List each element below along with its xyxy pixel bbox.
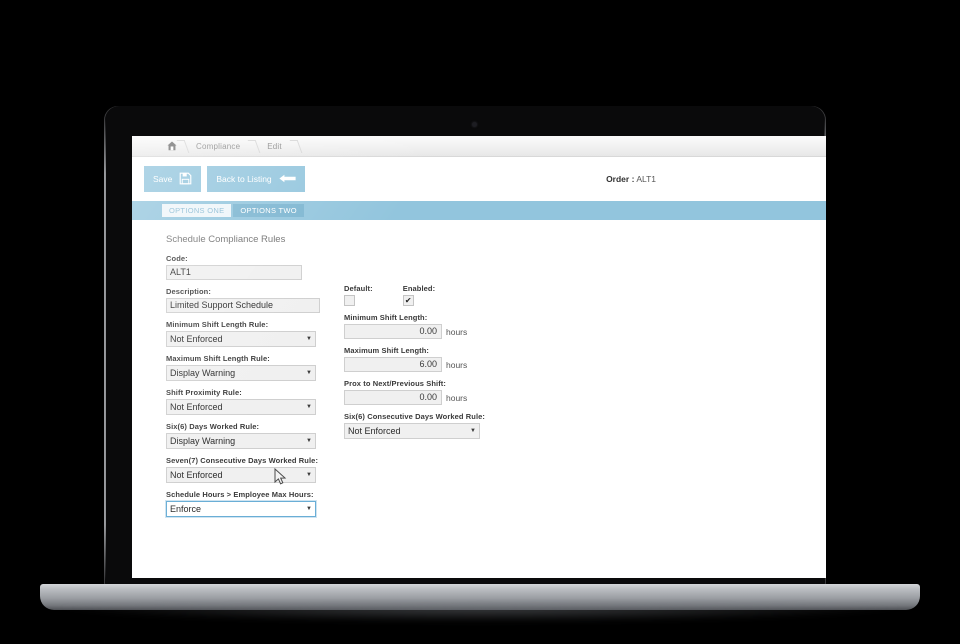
arrow-left-icon <box>279 173 296 186</box>
chevron-down-icon: ▼ <box>306 404 312 410</box>
back-to-listing-button[interactable]: Back to Listing <box>207 166 305 192</box>
breadcrumb: Compliance Edit <box>132 136 826 157</box>
home-icon <box>166 140 178 152</box>
schedule-hours-rule-select[interactable]: Enforce ▼ <box>166 501 316 517</box>
section-title: Schedule Compliance Rules <box>166 234 286 245</box>
order-indicator: Order : ALT1 <box>606 174 656 184</box>
shift-proximity-rule-select[interactable]: Not Enforced ▼ <box>166 399 316 415</box>
laptop-base-shadow <box>60 606 900 622</box>
checkbox-group: Default: Enabled: ✔ <box>344 284 544 306</box>
min-shift-rule-value: Not Enforced <box>170 334 223 344</box>
breadcrumb-item-edit[interactable]: Edit <box>258 136 291 156</box>
field-six-consecutive-rule: Six(6) Consecutive Days Worked Rule: Not… <box>344 412 544 439</box>
default-label: Default: <box>344 284 373 293</box>
field-enabled: Enabled: ✔ <box>402 284 436 306</box>
save-button-label: Save <box>153 174 173 184</box>
shift-proximity-rule-value: Not Enforced <box>170 402 223 412</box>
code-label: Code: <box>166 254 188 263</box>
max-shift-rule-value: Display Warning <box>170 368 236 378</box>
six-consecutive-rule-value: Not Enforced <box>348 426 401 436</box>
description-label: Description: <box>166 287 211 296</box>
floppy-disk-icon <box>179 172 192 187</box>
back-to-listing-label: Back to Listing <box>216 174 272 184</box>
tab-bar: OPTIONS ONE OPTIONS TWO <box>132 201 826 220</box>
breadcrumb-item-compliance[interactable]: Compliance <box>187 136 249 156</box>
min-shift-length-label: Minimum Shift Length: <box>344 313 428 322</box>
laptop-screen: Compliance Edit Save Back to Listing Ord… <box>132 136 826 578</box>
breadcrumb-separator-1 <box>178 136 187 156</box>
six-consecutive-rule-label: Six(6) Consecutive Days Worked Rule: <box>344 412 486 421</box>
min-shift-length-input[interactable]: 0.00 <box>344 324 442 339</box>
max-shift-length-label: Maximum Shift Length: <box>344 346 430 355</box>
prox-next-previous-label: Prox to Next/Previous Shift: <box>344 379 446 388</box>
chevron-down-icon: ▼ <box>306 336 312 342</box>
shift-proximity-rule-label: Shift Proximity Rule: <box>166 388 242 397</box>
field-max-shift-length: Maximum Shift Length: 6.00 hours <box>344 346 544 372</box>
form-column-left: Code: ALT1 Description: Limited Support … <box>166 254 338 524</box>
breadcrumb-separator-2 <box>249 136 258 156</box>
max-shift-rule-label: Maximum Shift Length Rule: <box>166 354 270 363</box>
enabled-checkbox[interactable]: ✔ <box>402 295 414 306</box>
field-schedule-hours-rule: Schedule Hours > Employee Max Hours: Enf… <box>166 490 338 517</box>
breadcrumb-label: Compliance <box>196 141 241 151</box>
breadcrumb-home[interactable] <box>166 136 178 156</box>
laptop-lid-edge-left <box>104 118 106 580</box>
min-shift-length-row: 0.00 hours <box>344 324 544 339</box>
field-seven-consecutive-rule: Seven(7) Consecutive Days Worked Rule: N… <box>166 456 338 483</box>
schedule-hours-rule-label: Schedule Hours > Employee Max Hours: <box>166 490 314 499</box>
toolbar: Save Back to Listing Order: ALT1 <box>132 157 826 201</box>
tab-options-two[interactable]: OPTIONS TWO <box>233 203 304 218</box>
min-shift-rule-label: Minimum Shift Length Rule: <box>166 320 269 329</box>
chevron-down-icon: ▼ <box>306 438 312 444</box>
field-shift-proximity-rule: Shift Proximity Rule: Not Enforced ▼ <box>166 388 338 415</box>
form-panel: Schedule Compliance Rules Code: ALT1 Des… <box>132 220 826 578</box>
max-shift-rule-select[interactable]: Display Warning ▼ <box>166 365 316 381</box>
min-shift-length-unit: hours <box>446 326 468 337</box>
six-days-rule-select[interactable]: Display Warning ▼ <box>166 433 316 449</box>
chevron-down-icon: ▼ <box>306 472 312 478</box>
chevron-down-icon: ▼ <box>306 506 312 512</box>
field-max-shift-rule: Maximum Shift Length Rule: Display Warni… <box>166 354 338 381</box>
description-input[interactable]: Limited Support Schedule <box>166 298 320 313</box>
six-days-rule-value: Display Warning <box>170 436 236 446</box>
breadcrumb-label: Edit <box>267 141 282 151</box>
schedule-hours-rule-value: Enforce <box>170 504 202 514</box>
max-shift-length-row: 6.00 hours <box>344 357 544 372</box>
field-six-days-rule: Six(6) Days Worked Rule: Display Warning… <box>166 422 338 449</box>
field-min-shift-rule: Minimum Shift Length Rule: Not Enforced … <box>166 320 338 347</box>
seven-consecutive-rule-label: Seven(7) Consecutive Days Worked Rule: <box>166 456 319 465</box>
chevron-down-icon: ▼ <box>306 370 312 376</box>
field-description: Description: Limited Support Schedule <box>166 287 338 313</box>
prox-next-previous-unit: hours <box>446 392 468 403</box>
field-default: Default: <box>344 284 373 306</box>
order-value: ALT1 <box>636 174 656 184</box>
six-days-rule-label: Six(6) Days Worked Rule: <box>166 422 260 431</box>
enabled-label: Enabled: <box>402 284 436 293</box>
field-prox-next-previous: Prox to Next/Previous Shift: 0.00 hours <box>344 379 544 405</box>
max-shift-length-input[interactable]: 6.00 <box>344 357 442 372</box>
prox-next-previous-row: 0.00 hours <box>344 390 544 405</box>
max-shift-length-unit: hours <box>446 359 468 370</box>
order-prefix: Order : <box>606 174 635 184</box>
seven-consecutive-rule-value: Not Enforced <box>170 470 223 480</box>
form-columns: Code: ALT1 Description: Limited Support … <box>166 254 826 524</box>
default-checkbox[interactable] <box>344 295 355 306</box>
checkmark-icon: ✔ <box>404 295 412 305</box>
chevron-down-icon: ▼ <box>470 428 476 434</box>
field-min-shift-length: Minimum Shift Length: 0.00 hours <box>344 313 544 339</box>
field-code: Code: ALT1 <box>166 254 338 280</box>
code-input[interactable]: ALT1 <box>166 265 302 280</box>
seven-consecutive-rule-select[interactable]: Not Enforced ▼ <box>166 467 316 483</box>
breadcrumb-separator-3 <box>291 136 300 156</box>
prox-next-previous-input[interactable]: 0.00 <box>344 390 442 405</box>
form-column-right: Default: Enabled: ✔ Minimum Shift Length… <box>344 254 544 524</box>
save-button[interactable]: Save <box>144 166 202 192</box>
webcam-icon <box>472 122 477 127</box>
tab-options-one[interactable]: OPTIONS ONE <box>162 203 232 218</box>
six-consecutive-rule-select[interactable]: Not Enforced ▼ <box>344 423 480 439</box>
screenshot-stage: Compliance Edit Save Back to Listing Ord… <box>0 0 960 644</box>
min-shift-rule-select[interactable]: Not Enforced ▼ <box>166 331 316 347</box>
